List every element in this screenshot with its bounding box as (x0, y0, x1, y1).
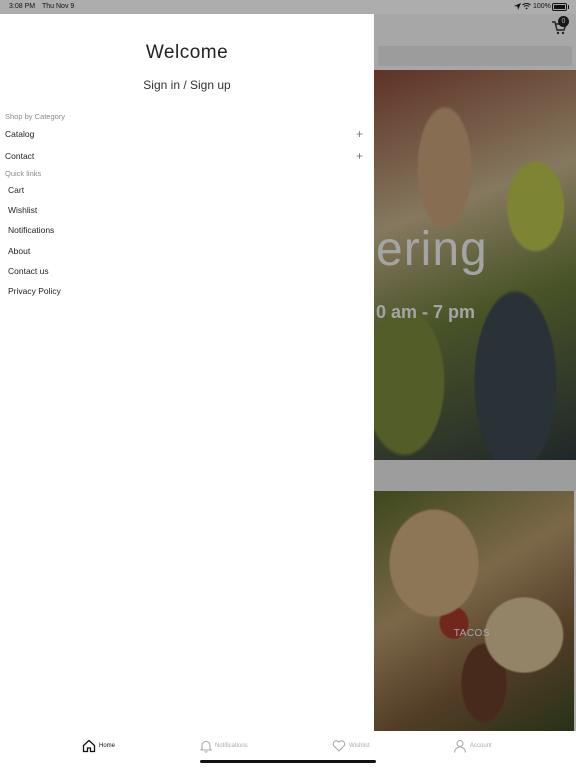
category-contact[interactable]: Contact + (5, 149, 363, 167)
quick-link-notifications[interactable]: Notifications (8, 225, 54, 235)
person-icon (453, 739, 467, 753)
quick-link-about[interactable]: About (8, 246, 30, 256)
status-date: Thu Nov 9 (42, 3, 75, 10)
category-label: Catalog (5, 129, 35, 139)
tab-label: Home (99, 743, 116, 749)
status-bar: 3:08 PM Thu Nov 9 100% (0, 0, 576, 14)
heart-icon (332, 740, 346, 752)
tab-label: Account (470, 743, 492, 749)
shop-by-category-heading: Shop by Category (5, 112, 66, 121)
expand-plus-icon[interactable]: + (356, 127, 363, 141)
drawer-title: Welcome (145, 42, 229, 63)
quick-link-wishlist[interactable]: Wishlist (8, 205, 37, 215)
battery-icon (552, 3, 569, 11)
category-catalog[interactable]: Catalog + (5, 127, 363, 145)
sign-in-sign-up-link[interactable]: Sign in / Sign up (0, 78, 374, 92)
battery-percentage: 100% (533, 3, 551, 10)
quick-links-heading: Quick links (5, 169, 42, 178)
location-arrow-icon (514, 3, 521, 10)
status-time: 3:08 PM (9, 3, 36, 10)
quick-link-privacy-policy[interactable]: Privacy Policy (8, 286, 61, 296)
expand-plus-icon[interactable]: + (356, 149, 363, 163)
home-indicator[interactable] (200, 760, 376, 763)
category-label: Contact (5, 151, 35, 161)
quick-link-cart[interactable]: Cart (8, 185, 24, 195)
quick-link-contact-us[interactable]: Contact us (8, 266, 49, 276)
navigation-drawer: Welcome Sign in / Sign up Shop by Catego… (0, 14, 374, 731)
tab-label: Notifications (215, 743, 248, 749)
home-icon (82, 739, 96, 753)
wifi-icon (522, 3, 531, 10)
bell-icon (199, 740, 213, 753)
tab-label: Wishlist (349, 743, 370, 749)
